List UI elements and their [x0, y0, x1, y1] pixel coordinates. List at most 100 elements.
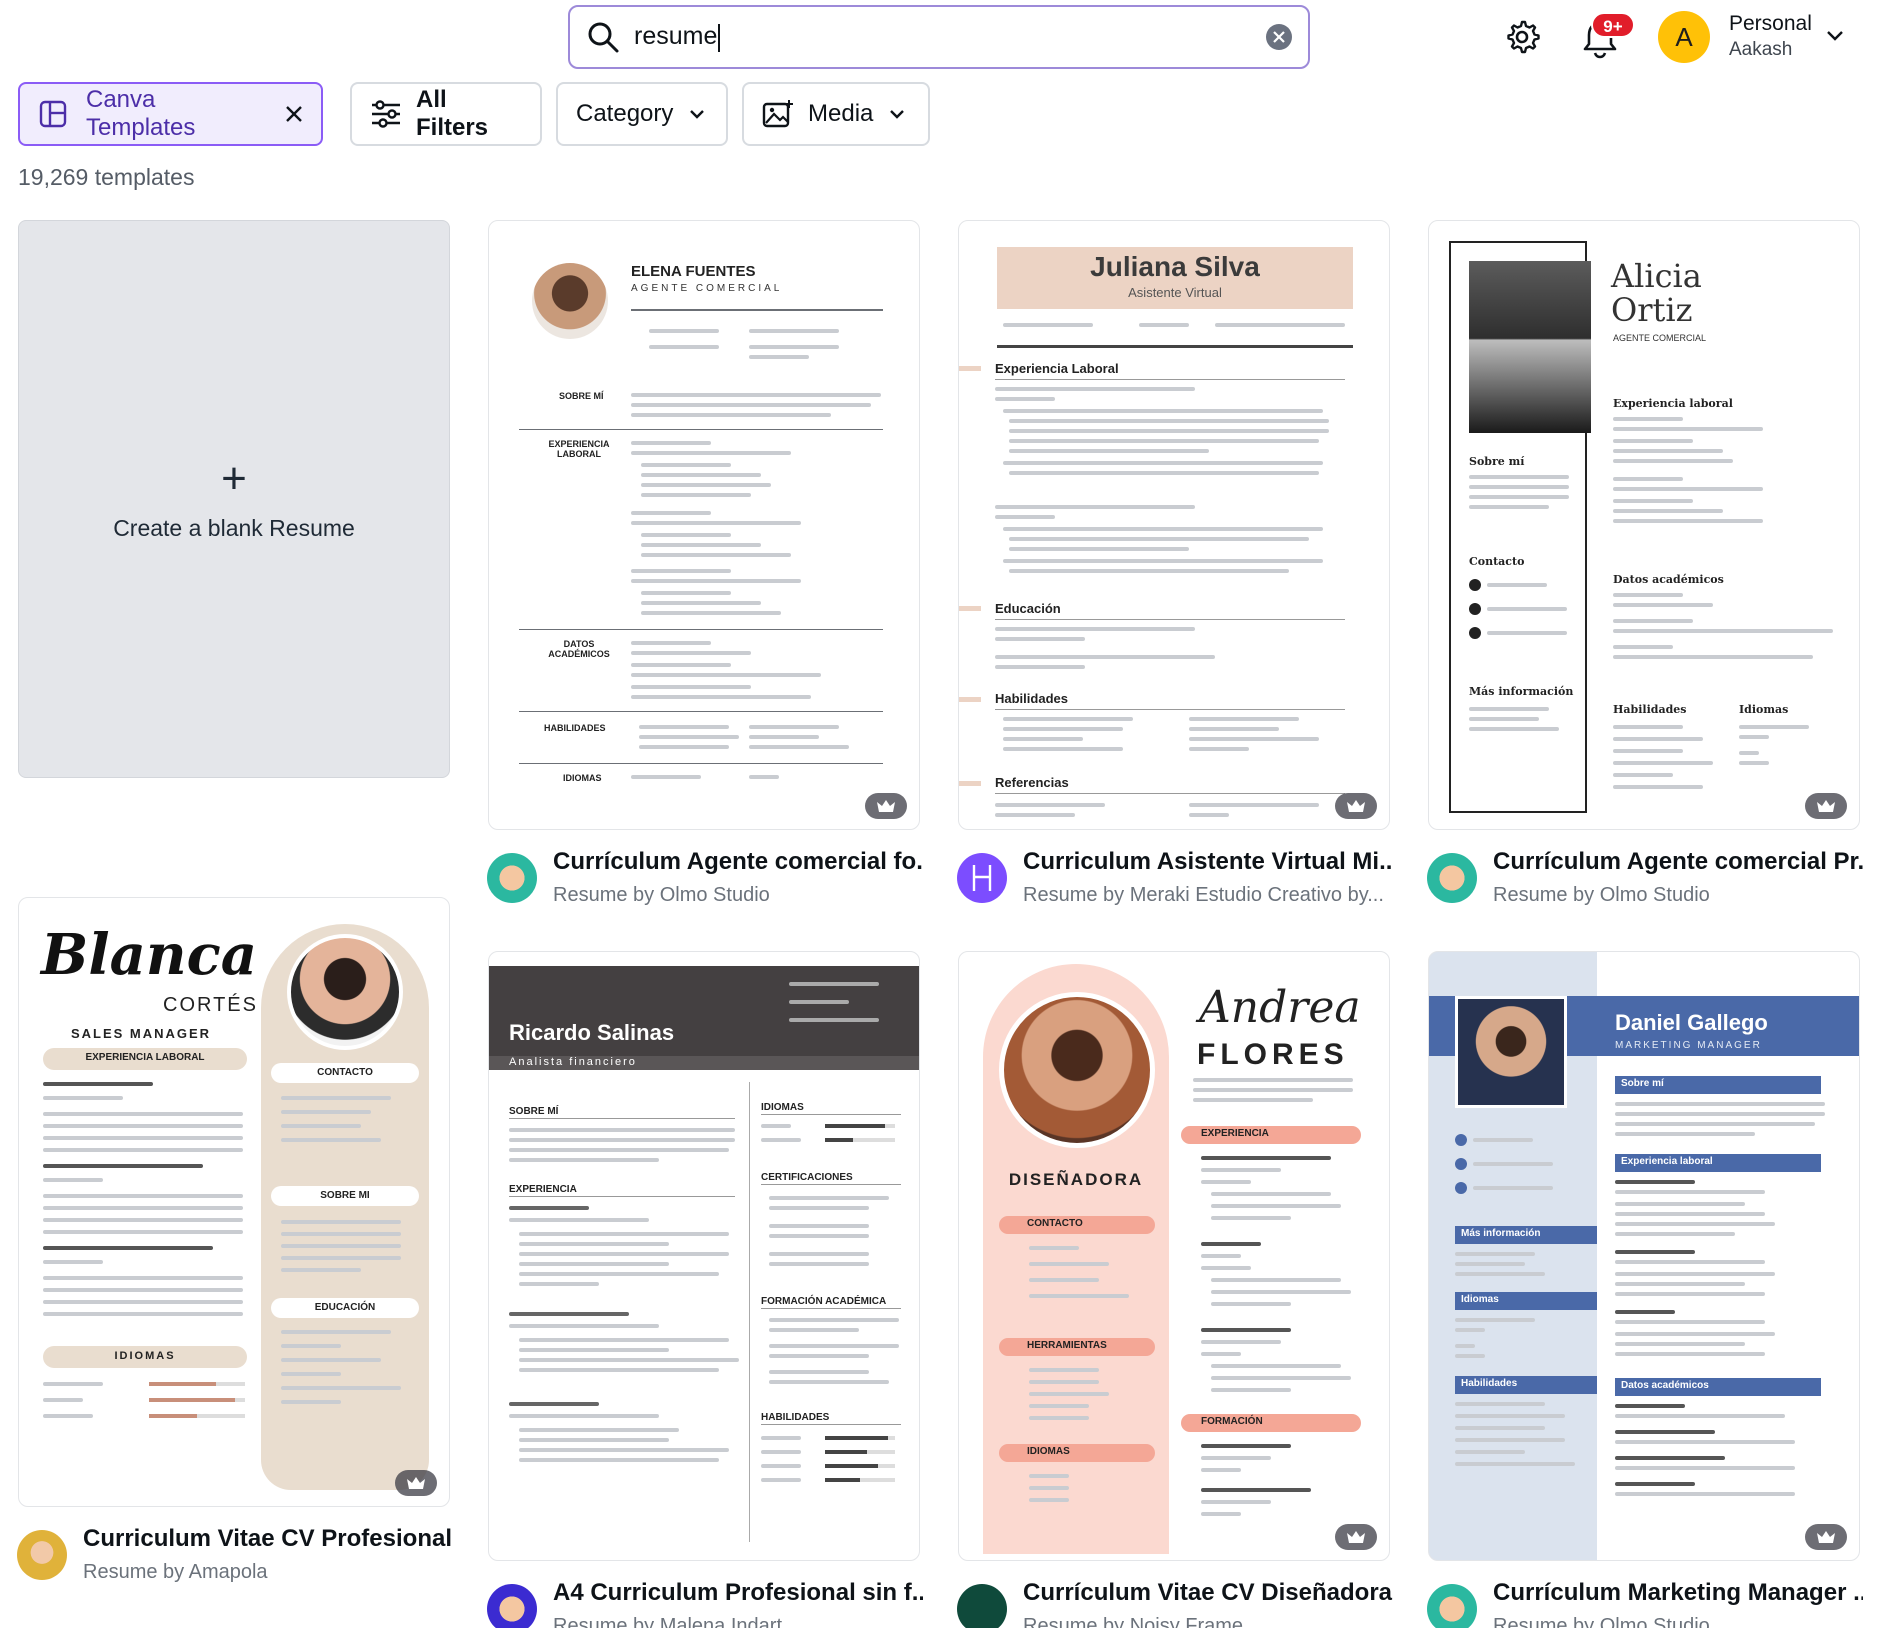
- clear-search-button[interactable]: [1266, 24, 1292, 50]
- creator-avatar[interactable]: [957, 853, 1007, 903]
- creator-logo-icon: [972, 865, 992, 891]
- filter-sliders-icon: [372, 100, 400, 128]
- resume-name: Andrea: [1199, 982, 1361, 1033]
- resume-role: SALES MANAGER: [70, 1026, 212, 1041]
- template-card-thumbnail[interactable]: Blanca CORTÉS SALES MANAGER EXPERIENCIA …: [18, 897, 450, 1507]
- section-heading: Más información: [1461, 1228, 1541, 1239]
- profile-photo: [287, 934, 403, 1050]
- search-icon: [588, 22, 619, 53]
- section-heading: Habilidades: [1461, 1378, 1518, 1389]
- section-heading: EXPERIENCIA: [509, 1184, 577, 1195]
- resume-role: Analista financiero: [509, 1056, 637, 1068]
- creator-avatar[interactable]: [487, 1584, 537, 1628]
- notifications-badge: 9+: [1591, 12, 1635, 38]
- resume-role: AGENTE COMERCIAL: [631, 283, 783, 294]
- creator-avatar[interactable]: [1427, 853, 1477, 903]
- template-title[interactable]: Currículum Agente comercial Pr...: [1493, 848, 1863, 876]
- category-dropdown[interactable]: Category: [556, 82, 728, 146]
- category-label: Category: [576, 100, 674, 127]
- remove-filter-close-icon[interactable]: [285, 105, 303, 123]
- section-heading: FORMACIÓN: [1201, 1416, 1263, 1427]
- search-input[interactable]: resume: [634, 22, 1266, 52]
- section-heading: Educación: [995, 601, 1061, 616]
- section-heading: EXPERIENCIA LABORAL: [548, 439, 610, 459]
- premium-crown-icon: [1805, 1524, 1847, 1550]
- creator-avatar[interactable]: [487, 853, 537, 903]
- media-dropdown[interactable]: Media: [742, 82, 930, 146]
- resume-name: Daniel Gallego: [1615, 1010, 1768, 1035]
- section-heading: Datos académicos: [1621, 1380, 1709, 1391]
- resume-surname: FLORES: [1197, 1038, 1349, 1071]
- section-heading: Habilidades: [1613, 703, 1687, 716]
- resume-name: ELENA FUENTES: [631, 263, 756, 280]
- section-heading: CONTACTO: [1027, 1218, 1083, 1229]
- plus-icon: +: [221, 453, 247, 503]
- account-user[interactable]: Aakash: [1729, 39, 1792, 61]
- section-heading: EXPERIENCIA: [1201, 1128, 1269, 1139]
- resume-role: MARKETING MANAGER: [1615, 1040, 1762, 1051]
- section-heading: IDIOMAS: [563, 773, 602, 783]
- section-heading: HABILIDADES: [544, 723, 606, 733]
- template-card-thumbnail[interactable]: Ricardo Salinas Analista financiero SOBR…: [488, 951, 920, 1561]
- close-icon: [1273, 31, 1285, 43]
- section-heading: IDIOMAS: [114, 1350, 176, 1362]
- canva-templates-label: Canva Templates: [86, 86, 196, 141]
- section-heading: HERRAMIENTAS: [1027, 1340, 1107, 1351]
- template-title[interactable]: Currículum Marketing Manager ...: [1493, 1579, 1863, 1607]
- section-heading: Sobre mí: [1621, 1078, 1664, 1089]
- search-bar[interactable]: resume: [568, 5, 1310, 69]
- template-author[interactable]: Resume by Olmo Studio: [1493, 1615, 1863, 1628]
- resume-name: Alicia Ortiz: [1611, 257, 1702, 329]
- section-heading: Idiomas: [1739, 703, 1789, 716]
- resume-name: Ricardo Salinas: [509, 1020, 675, 1045]
- creator-avatar[interactable]: [1427, 1584, 1477, 1628]
- template-title[interactable]: Curriculum Asistente Virtual Mi...: [1023, 848, 1393, 876]
- premium-crown-icon: [1335, 1524, 1377, 1550]
- profile-photo: [1469, 261, 1591, 433]
- template-author[interactable]: Resume by Meraki Estudio Creativo by...: [1023, 884, 1393, 907]
- template-author[interactable]: Resume by Noisy Frame: [1023, 1615, 1393, 1628]
- chevron-down-icon: [890, 110, 905, 119]
- create-blank-label: Create a blank Resume: [113, 514, 355, 541]
- template-author[interactable]: Resume by Olmo Studio: [1493, 884, 1863, 907]
- template-title[interactable]: Currículum Agente comercial fo...: [553, 848, 923, 876]
- media-label: Media: [808, 100, 874, 127]
- section-heading: Referencias: [995, 775, 1069, 790]
- section-heading: SOBRE MÍ: [509, 1106, 559, 1117]
- creator-avatar[interactable]: [957, 1584, 1007, 1628]
- template-card-thumbnail[interactable]: Daniel Gallego MARKETING MANAGER Más inf…: [1428, 951, 1860, 1561]
- section-heading: HABILIDADES: [761, 1412, 830, 1423]
- section-heading: Habilidades: [995, 691, 1068, 706]
- canva-templates-filter-chip[interactable]: Canva Templates: [18, 82, 323, 146]
- section-heading: Sobre mí: [1469, 455, 1525, 468]
- template-card-thumbnail[interactable]: ELENA FUENTES AGENTE COMERCIAL SOBRE MÍ …: [488, 220, 920, 830]
- resume-role: DISEÑADORA: [1008, 1170, 1144, 1189]
- template-author[interactable]: Resume by Malena Indart: [553, 1615, 923, 1628]
- section-heading: SOBRE MÍ: [559, 391, 604, 401]
- template-card-thumbnail[interactable]: Juliana Silva Asistente Virtual Experien…: [958, 220, 1390, 830]
- template-author[interactable]: Resume by Amapola: [83, 1561, 453, 1584]
- profile-photo: [532, 263, 608, 339]
- template-author[interactable]: Resume by Olmo Studio: [553, 884, 923, 907]
- section-heading: Experiencia laboral: [1613, 397, 1733, 410]
- section-heading: CERTIFICACIONES: [761, 1172, 853, 1183]
- template-title[interactable]: Curriculum Vitae CV Profesional...: [83, 1525, 453, 1553]
- resume-name: Juliana Silva: [1090, 251, 1260, 282]
- all-filters-button[interactable]: All Filters: [350, 82, 542, 146]
- premium-crown-icon: [1805, 793, 1847, 819]
- account-name[interactable]: Personal: [1729, 12, 1812, 36]
- chevron-down-icon[interactable]: [1826, 30, 1844, 42]
- section-heading: Experiencia laboral: [1621, 1156, 1713, 1167]
- template-title[interactable]: A4 Curriculum Profesional sin f...: [553, 1579, 923, 1607]
- premium-crown-icon: [1335, 793, 1377, 819]
- template-title[interactable]: Currículum Vitae CV Diseñadora...: [1023, 1579, 1393, 1607]
- settings-gear-icon[interactable]: [1504, 19, 1540, 55]
- profile-photo: [1455, 996, 1567, 1108]
- account-avatar[interactable]: A: [1658, 11, 1710, 63]
- creator-avatar[interactable]: [17, 1530, 67, 1580]
- create-blank-resume-card[interactable]: + Create a blank Resume: [18, 220, 450, 778]
- template-card-thumbnail[interactable]: DISEÑADORA CONTACTO HERRAMIENTAS IDIOMAS…: [958, 951, 1390, 1561]
- template-card-thumbnail[interactable]: Alicia Ortiz AGENTE COMERCIAL Sobre mí C…: [1428, 220, 1860, 830]
- resume-role: AGENTE COMERCIAL: [1613, 333, 1707, 343]
- section-heading: Más información: [1469, 685, 1574, 698]
